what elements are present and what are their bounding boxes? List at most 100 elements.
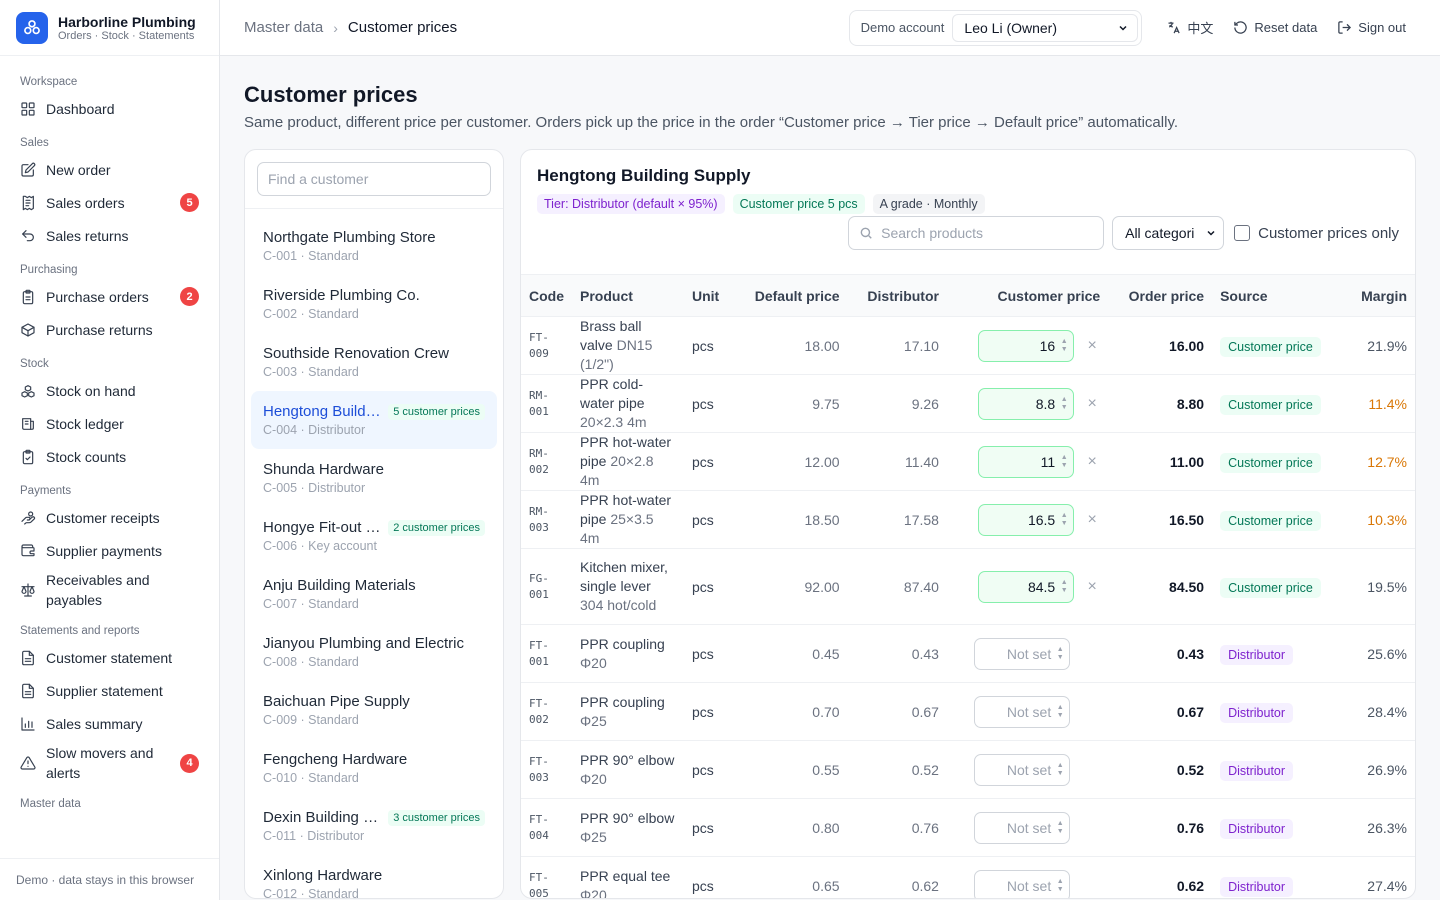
customer-name: Northgate Plumbing Store [263,229,436,246]
clear-price-icon[interactable]: × [1084,578,1100,596]
stepper-arrows-icon[interactable]: ▲ ▼ [1055,646,1065,662]
reset-data-button[interactable]: Reset data [1223,12,1327,44]
brand-subtitle: Orders · Stock · Statements [58,29,195,42]
margin: 10.3% [1344,490,1415,549]
col-product-header: Product [572,274,684,317]
customer-name: Shunda Hardware [263,461,384,478]
nav-group-label: Master data [20,798,81,810]
sidebar-item-sales-orders[interactable]: Sales orders 5 [0,186,219,219]
customer-price-input[interactable]: 8.8 ▲ ▼ [978,387,1075,420]
col-unit-header: Unit [684,274,734,317]
sidebar-item-customer-statement[interactable]: Customer statement [0,641,219,674]
language-button[interactable]: 中文 [1156,12,1223,44]
sidebar-footer: Demo · data stays in this browser [0,858,219,900]
product-search-placeholder: Search products [881,225,984,241]
sidebar-item-supplier-payments[interactable]: Supplier payments [0,534,219,567]
customer-list-item[interactable]: Riverside Plumbing Co. C-002 · Standard [251,275,497,333]
customer-price-input[interactable]: 11 ▲ ▼ [978,445,1075,478]
customer-prices-only-label: Customer prices only [1258,224,1399,242]
customer-price-input[interactable]: Not set ▲ ▼ [974,753,1071,786]
stepper-arrows-icon[interactable]: ▲ ▼ [1059,579,1069,595]
customer-price-placeholder: Not set [1006,819,1052,836]
distributor-price: 87.40 [847,548,947,625]
customer-price-input[interactable]: Not set ▲ ▼ [974,695,1071,728]
col-customer-price-header: Customer price [946,274,1109,317]
sidebar-item-label: Stock counts [46,448,127,465]
customer-list-item[interactable]: Hongye Fit-out Works 2 customer prices C-0… [251,507,497,565]
brand-logo-icon [16,11,48,44]
customer-price-input[interactable]: 84.5 ▲ ▼ [978,570,1075,603]
sidebar-item-label: Sales summary [46,715,143,732]
customer-search-input[interactable] [257,162,491,196]
customer-price-input[interactable]: Not set ▲ ▼ [974,811,1071,844]
stepper-arrows-icon[interactable]: ▲ ▼ [1059,338,1069,354]
demo-account-select[interactable]: Leo Li (Owner) [952,13,1139,42]
customer-list-item[interactable]: Anju Building Materials C-007 · Standard [251,565,497,623]
customer-price-cell: Not set ▲ ▼ [946,624,1109,683]
product-search-input[interactable]: Search products [848,216,1105,250]
stepper-arrows-icon[interactable]: ▲ ▼ [1055,762,1065,778]
language-label: 中文 [1187,21,1214,36]
customer-list-item[interactable]: Fengcheng Hardware C-010 · Standard [251,739,497,797]
customer-meta: C-007 · Standard [263,597,359,611]
order-price: 84.50 [1108,548,1213,625]
nav-group-label: Workspace [20,76,78,88]
stepper-arrows-icon[interactable]: ▲ ▼ [1055,704,1065,720]
price-source-badge: Customer price [1220,510,1321,531]
product-name-cell: PPR hot-water pipe 20×2.8 4m [572,432,684,491]
stepper-arrows-icon[interactable]: ▲ ▼ [1059,512,1069,528]
clear-price-icon[interactable]: × [1084,453,1100,471]
stepper-arrows-icon[interactable]: ▲ ▼ [1059,396,1069,412]
breadcrumb-parent[interactable]: Master data [244,19,323,36]
customer-list-item[interactable]: Baichuan Pipe Supply C-009 · Standard [251,681,497,739]
sidebar-item-sales-summary[interactable]: Sales summary [0,707,219,740]
sidebar-item-stock-on-hand[interactable]: Stock on hand [0,374,219,407]
customer-list-item[interactable]: Shunda Hardware C-005 · Distributor [251,449,497,507]
stepper-arrows-icon[interactable]: ▲ ▼ [1055,878,1065,894]
customer-price-input[interactable]: 16 ▲ ▼ [978,329,1075,362]
product-name-cell: PPR 90° elbow Φ20 [572,740,684,799]
margin: 12.7% [1344,432,1415,491]
customer-list-item[interactable]: Northgate Plumbing Store C-001 · Standard [251,217,497,275]
sidebar-item-receivables-and-payables[interactable]: Receivables and payables [0,567,219,613]
clear-price-icon[interactable]: × [1084,395,1100,413]
sign-out-button[interactable]: Sign out [1327,12,1416,44]
category-select[interactable]: All categori [1112,216,1225,250]
sidebar-item-stock-ledger[interactable]: Stock ledger [0,407,219,440]
customer-list-item[interactable]: Hengtong Building Supply 5 customer price… [251,391,497,449]
clear-price-icon[interactable]: × [1084,337,1100,355]
table-row: FT-005 PPR equal tee Φ20 pcs 0.65 0.62 Not se… [521,856,1415,898]
sidebar-item-purchase-returns[interactable]: Purchase returns [0,313,219,346]
product-unit: pcs [684,856,734,898]
customer-price-input[interactable]: Not set ▲ ▼ [974,869,1071,898]
sidebar-item-new-order[interactable]: New order [0,153,219,186]
price-source-badge: Distributor [1220,818,1294,839]
customer-list-item[interactable]: Southside Renovation Crew C-003 · Standar… [251,333,497,391]
stepper-arrows-icon[interactable]: ▲ ▼ [1059,454,1069,470]
customer-list-item[interactable]: Jianyou Plumbing and Electric C-008 · Sta… [251,623,497,681]
customer-price-cell: 11 ▲ ▼ × [946,432,1109,491]
customer-meta: C-005 · Distributor [263,481,366,495]
sidebar-item-slow-movers-and-alerts[interactable]: Slow movers and alerts 4 [0,740,219,786]
clear-price-icon[interactable]: × [1084,511,1100,529]
sidebar-item-supplier-statement[interactable]: Supplier statement [0,674,219,707]
price-table: Code Product Unit Default price Distributor C… [521,274,1415,898]
order-price: 16.00 [1108,316,1213,375]
customer-price-input[interactable]: Not set ▲ ▼ [974,637,1071,670]
customer-list-item[interactable]: Dexin Building Supply 3 customer prices C-… [251,797,497,855]
sidebar-item-customer-receipts[interactable]: Customer receipts [0,501,219,534]
customer-price-input[interactable]: 16.5 ▲ ▼ [978,503,1075,536]
sidebar-item-dashboard[interactable]: Dashboard [0,92,219,125]
customer-prices-only-toggle[interactable]: Customer prices only [1234,225,1399,242]
customer-prices-only-checkbox[interactable] [1234,225,1251,241]
stepper-arrows-icon[interactable]: ▲ ▼ [1055,820,1065,836]
default-price: 92.00 [733,548,848,625]
sidebar-item-purchase-orders[interactable]: Purchase orders 2 [0,280,219,313]
product-code: FT-001 [521,624,572,683]
product-name-cell: Kitchen mixer, single lever 304 hot/cold [572,548,684,625]
brand[interactable]: Harborline Plumbing Orders · Stock · Sta… [0,0,219,56]
sidebar-item-sales-returns[interactable]: Sales returns [0,219,219,252]
customer-list-item[interactable]: Xinlong Hardware C-012 · Standard [251,855,497,898]
sidebar-item-stock-counts[interactable]: Stock counts [0,440,219,473]
product-code: RM-003 [521,490,572,549]
